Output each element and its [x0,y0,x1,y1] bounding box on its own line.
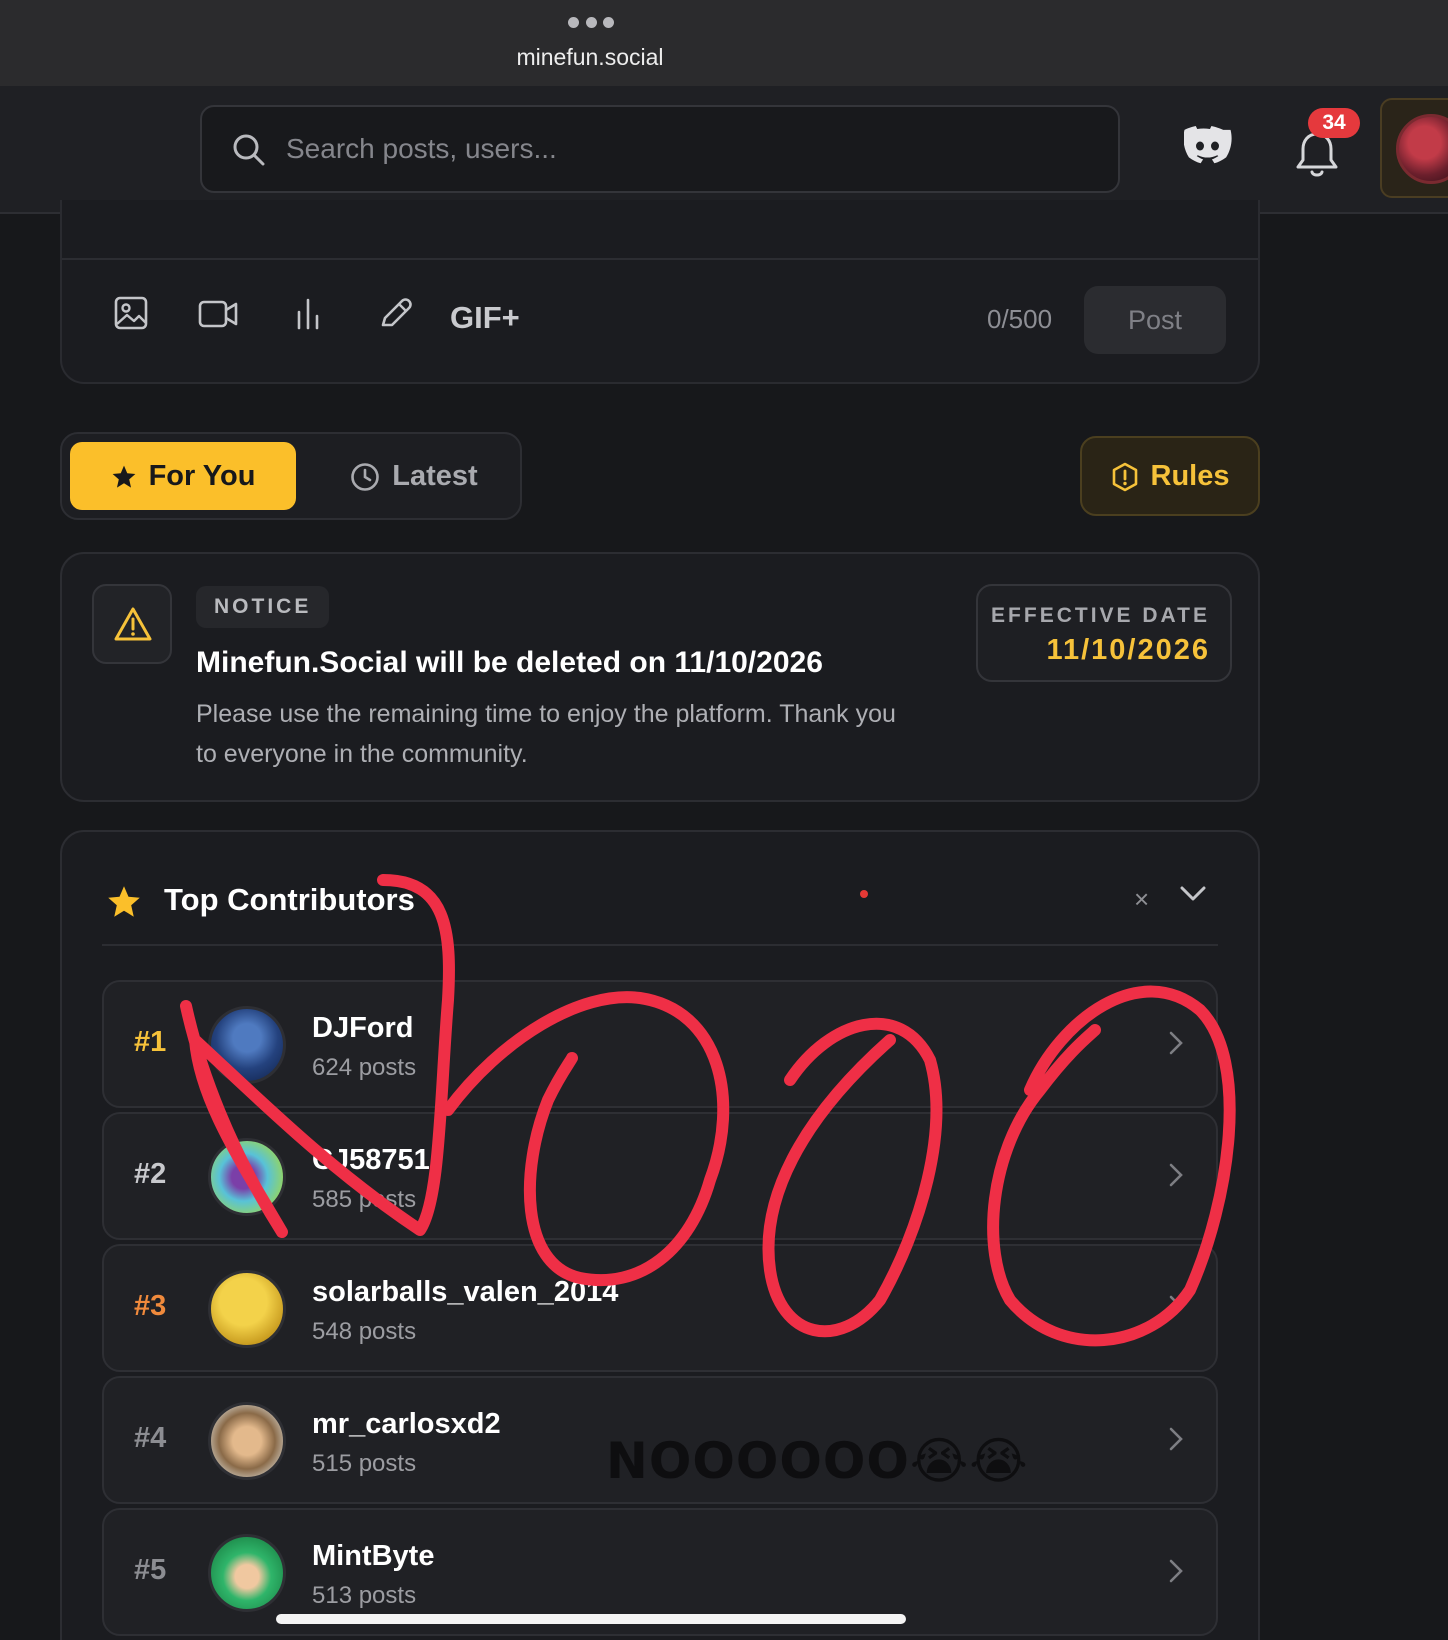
app-header: 34 [0,86,1448,214]
divider [62,258,1258,260]
contributor-rank: #2 [134,1158,167,1190]
contributor-rank: #1 [134,1026,167,1058]
poll-icon [297,298,319,330]
contributor-posts: 548 posts [312,1318,417,1345]
contributor-name: solarballs_valen_2014 [312,1276,619,1308]
notification-badge: 34 [1308,108,1360,138]
search-box[interactable] [200,105,1120,193]
contributor-row[interactable]: #2 CJ58751 585 posts [102,1112,1218,1240]
notice-title: Minefun.Social will be deleted on 11/10/… [196,646,823,679]
search-icon [233,134,265,166]
discord-icon[interactable] [1184,126,1232,164]
contributor-name: mr_carlosxd2 [312,1408,501,1440]
star-icon [112,465,135,488]
chevron-right-icon [1169,1295,1183,1319]
contributor-rank: #3 [134,1290,167,1322]
clock-icon [351,462,380,491]
image-icon [114,296,148,330]
rules-button[interactable]: Rules [1080,436,1260,516]
notice-body: Please use the remaining time to enjoy t… [196,700,896,768]
home-indicator[interactable] [276,1614,906,1624]
contributor-rank: #5 [134,1554,167,1586]
top-contributors-title: Top Contributors [164,882,415,917]
tab-for-you-label: For You [148,460,256,492]
chevron-right-icon [1169,1031,1183,1055]
avatar [208,1270,286,1348]
chevron-down-icon[interactable] [1180,886,1206,902]
add-video-button[interactable] [198,300,238,328]
browser-menu-dots-icon[interactable] [568,17,614,29]
contributor-posts: 513 posts [312,1582,417,1609]
post-composer: GIF+ 0/500 Post [60,200,1260,384]
contributor-posts: 515 posts [312,1450,417,1477]
chevron-right-icon [1169,1163,1183,1187]
notice-tag: NOTICE [196,586,330,628]
video-icon [198,300,238,328]
pencil-icon [381,298,412,327]
avatar [208,1402,286,1480]
chevron-right-icon [1169,1559,1183,1583]
contributor-name: CJ58751 [312,1144,430,1176]
contributor-posts: 624 posts [312,1054,417,1081]
divider [102,944,1218,946]
search-input[interactable] [286,107,1086,191]
top-contributors-card: Top Contributors × #1 DJFord 624 posts #… [60,830,1260,1640]
add-poll-button[interactable] [294,296,322,330]
close-icon[interactable]: × [1134,884,1149,915]
avatar [208,1006,286,1084]
shield-alert-icon [1112,462,1137,491]
contributor-rank: #4 [134,1422,167,1454]
effective-date-label: EFFECTIVE DATE [991,604,1210,627]
tab-latest[interactable]: Latest [324,442,504,510]
effective-date-box: EFFECTIVE DATE 11/10/2026 [976,584,1232,682]
contributor-row[interactable]: #3 solarballs_valen_2014 548 posts [102,1244,1218,1372]
notice-card: NOTICE Minefun.Social will be deleted on… [60,552,1260,802]
contributor-row[interactable]: #1 DJFord 624 posts [102,980,1218,1108]
warning-icon-box [92,584,172,664]
contributor-name: DJFord [312,1012,414,1044]
overlay-caption: NOOOOOO😭😭 [606,1432,1029,1490]
tab-for-you[interactable]: For You [70,442,296,510]
draw-button[interactable] [378,296,412,330]
chevron-right-icon [1169,1427,1183,1451]
browser-url[interactable]: minefun.social [0,44,1180,71]
profile-button[interactable] [1380,98,1448,198]
effective-date-value: 11/10/2026 [1046,634,1210,666]
gif-button[interactable]: GIF+ [450,300,520,336]
add-image-button[interactable] [114,296,148,330]
star-icon [108,886,140,917]
browser-bar: minefun.social [0,0,1448,86]
notifications-button[interactable]: 34 [1290,108,1360,177]
red-dot [860,890,868,898]
feed-tabs: For You Latest [60,432,522,520]
tab-latest-label: Latest [392,460,478,492]
rules-label: Rules [1150,460,1230,492]
post-button[interactable]: Post [1084,286,1226,354]
avatar [208,1534,286,1612]
avatar [1396,114,1448,184]
avatar [208,1138,286,1216]
character-count: 0/500 [987,304,1053,334]
warning-icon [114,607,152,641]
contributor-posts: 585 posts [312,1186,417,1213]
contributor-name: MintByte [312,1540,435,1572]
